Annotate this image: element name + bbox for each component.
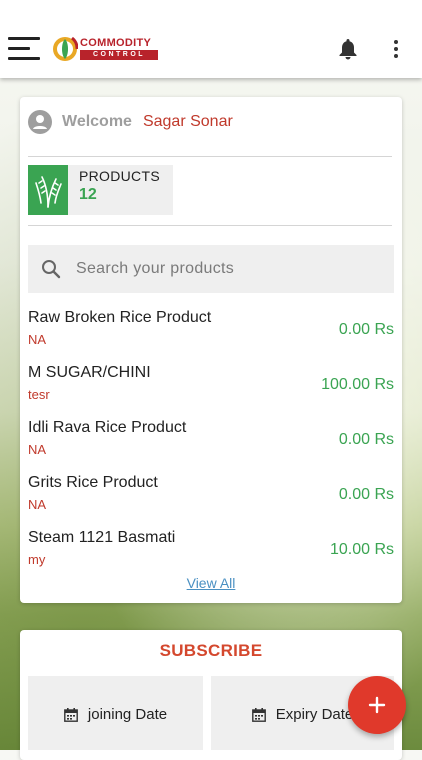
product-price: 0.00 Rs xyxy=(338,486,394,503)
product-name: Idli Rava Rice Product xyxy=(28,419,187,436)
subscribe-card: SUBSCRIBE joining Date Expiry Date xyxy=(20,630,402,760)
products-label: PRODUCTS xyxy=(79,168,160,184)
view-all-link[interactable]: View All xyxy=(20,575,402,591)
product-row[interactable]: Grits Rice Product NA 0.00 Rs xyxy=(20,467,402,522)
search-bar xyxy=(28,245,394,293)
products-summary[interactable]: PRODUCTS 12 xyxy=(28,165,173,215)
joining-date-field[interactable]: joining Date xyxy=(28,676,203,750)
product-row[interactable]: Steam 1121 Basmati my 10.00 Rs xyxy=(20,522,402,577)
divider xyxy=(28,225,392,226)
product-subtitle: NA xyxy=(28,497,47,512)
product-price: 0.00 Rs xyxy=(338,321,394,338)
add-button[interactable] xyxy=(348,676,406,734)
welcome-label: Welcome xyxy=(62,113,132,130)
dashboard-card: Welcome Sagar Sonar PRODUCTS 12 Search y… xyxy=(20,97,402,603)
welcome-row: Welcome Sagar Sonar xyxy=(28,109,233,135)
product-price: 0.00 Rs xyxy=(338,431,394,448)
app-header: COMMODITY CONTROL xyxy=(0,0,422,78)
product-price: 100.00 Rs xyxy=(321,376,394,393)
search-icon xyxy=(41,259,61,279)
logo-wordmark: COMMODITY xyxy=(80,37,152,49)
product-subtitle: NA xyxy=(28,332,47,347)
products-list: Raw Broken Rice Product NA 0.00 Rs M SUG… xyxy=(20,302,402,577)
logo-subtitle: CONTROL xyxy=(80,50,158,60)
search-input[interactable] xyxy=(76,245,376,293)
app-logo: COMMODITY CONTROL xyxy=(52,32,162,66)
product-name: Raw Broken Rice Product xyxy=(28,309,212,326)
product-row[interactable]: Raw Broken Rice Product NA 0.00 Rs xyxy=(20,302,402,357)
divider xyxy=(28,156,392,157)
products-count: 12 xyxy=(79,186,97,203)
joining-date-label: joining Date xyxy=(87,706,168,723)
subscribe-title: SUBSCRIBE xyxy=(159,641,263,660)
wheat-icon xyxy=(28,165,68,215)
product-name: Grits Rice Product xyxy=(28,474,158,491)
product-name: M SUGAR/CHINI xyxy=(28,364,151,381)
hamburger-menu-icon[interactable] xyxy=(8,37,40,61)
kebab-menu-icon[interactable] xyxy=(393,40,401,60)
calendar-icon xyxy=(63,707,78,722)
product-row[interactable]: Idli Rava Rice Product NA 0.00 Rs xyxy=(20,412,402,467)
product-subtitle: tesr xyxy=(28,387,50,402)
expiry-date-label: Expiry Date xyxy=(275,706,354,723)
user-name: Sagar Sonar xyxy=(142,113,233,130)
user-avatar-icon xyxy=(28,110,52,134)
product-subtitle: NA xyxy=(28,442,47,457)
calendar-icon xyxy=(251,707,266,722)
product-subtitle: my xyxy=(28,552,46,567)
product-price: 10.00 Rs xyxy=(329,541,394,558)
product-name: Steam 1121 Basmati xyxy=(28,529,176,546)
product-row[interactable]: M SUGAR/CHINI tesr 100.00 Rs xyxy=(20,357,402,412)
bell-icon[interactable] xyxy=(338,38,358,60)
plus-icon xyxy=(368,696,386,714)
